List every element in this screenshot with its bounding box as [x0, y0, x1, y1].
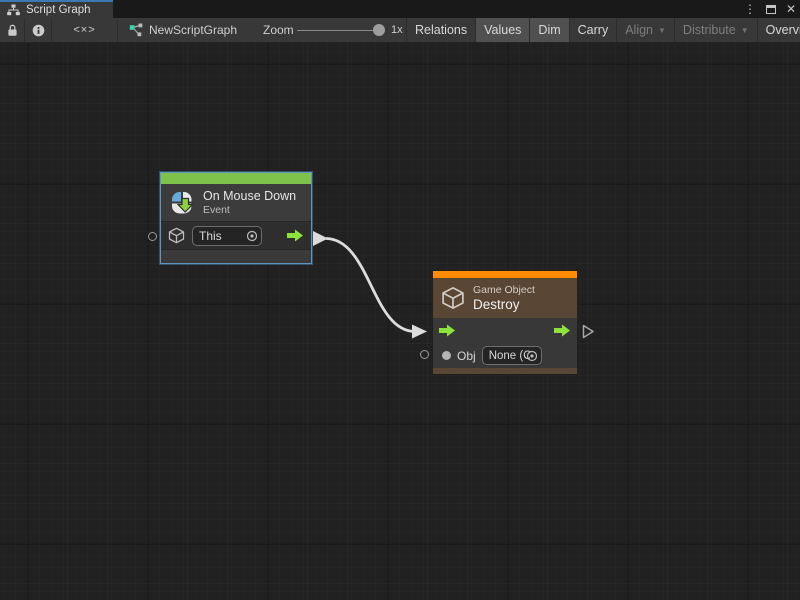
target-row: This — [161, 222, 311, 249]
carry-button[interactable]: Carry — [569, 18, 617, 42]
hierarchy-icon — [7, 4, 20, 16]
overview-button[interactable]: Overview — [757, 18, 800, 42]
node-destroy[interactable]: Game Object Destroy Obj None (O — [432, 270, 578, 375]
distribute-dropdown[interactable]: Distribute ▼ — [674, 18, 757, 42]
node-on-mouse-down[interactable]: On Mouse Down Event This — [160, 172, 312, 264]
zoom-value: 1x — [391, 18, 403, 42]
node-subtitle: Event — [203, 204, 296, 216]
info-button[interactable] — [25, 18, 52, 42]
trigger-output-port[interactable] — [287, 229, 304, 242]
mouse-down-icon — [169, 190, 195, 216]
zoom-slider[interactable] — [297, 18, 385, 42]
object-picker-icon[interactable] — [246, 230, 258, 242]
node-title: On Mouse Down — [203, 189, 296, 203]
menu-kebab-icon[interactable]: ⋮ — [744, 0, 756, 18]
lock-button[interactable] — [0, 18, 25, 42]
chevron-down-icon: ▼ — [658, 26, 666, 35]
node-footer — [433, 368, 577, 374]
node-header[interactable]: On Mouse Down Event — [161, 184, 311, 222]
graph-name-group[interactable]: NewScriptGraph — [129, 18, 237, 42]
relations-button[interactable]: Relations — [406, 18, 475, 42]
tab-script-graph[interactable]: Script Graph — [0, 0, 113, 18]
graph-toolbar: <×> NewScriptGraph Zoom 1x Relations Val… — [0, 18, 800, 43]
node-title: Destroy — [473, 297, 535, 312]
game-object-cube-icon — [168, 227, 185, 244]
obj-row: Obj None (O — [433, 343, 577, 368]
zoom-label: Zoom — [263, 18, 294, 42]
trigger-output-port[interactable] — [554, 324, 571, 337]
node-footer — [161, 249, 311, 263]
node-accent-bar — [161, 173, 311, 184]
edge-layer — [0, 43, 800, 600]
target-input-port[interactable] — [148, 232, 157, 241]
code-icon: <×> — [73, 24, 95, 36]
trigger-row — [433, 318, 577, 343]
node-category: Game Object — [473, 284, 535, 296]
maximize-icon[interactable] — [766, 5, 776, 14]
graph-name-label: NewScriptGraph — [149, 23, 237, 37]
game-object-cube-icon — [441, 286, 465, 310]
lock-icon — [7, 24, 18, 37]
graph-canvas[interactable]: On Mouse Down Event This — [0, 43, 800, 600]
edge-onmousedown-to-destroy[interactable] — [313, 231, 427, 339]
script-graph-asset-icon — [129, 23, 143, 37]
obj-input-port[interactable] — [420, 350, 429, 359]
tab-title: Script Graph — [26, 4, 91, 16]
code-preview-button[interactable]: <×> — [52, 18, 118, 42]
node-header[interactable]: Game Object Destroy — [433, 278, 577, 318]
toolbar-buttons: Relations Values Dim Carry Align ▼ Distr… — [406, 18, 800, 42]
object-picker-icon[interactable] — [526, 350, 538, 362]
trigger-input-port[interactable] — [439, 324, 456, 337]
obj-label: Obj — [457, 349, 476, 363]
align-dropdown[interactable]: Align ▼ — [616, 18, 674, 42]
target-field[interactable]: This — [192, 226, 262, 246]
tab-bar: Script Graph ⋮ ✕ — [0, 0, 800, 18]
dim-button[interactable]: Dim — [529, 18, 568, 42]
zoom-slider-handle[interactable] — [373, 24, 385, 36]
obj-field[interactable]: None (O — [482, 346, 542, 365]
script-graph-window: Script Graph ⋮ ✕ <×> — [0, 0, 800, 600]
exit-flow-arrow-icon[interactable] — [582, 324, 595, 339]
info-icon — [32, 24, 45, 37]
chevron-down-icon: ▼ — [741, 26, 749, 35]
window-controls: ⋮ ✕ — [744, 0, 796, 18]
close-icon[interactable]: ✕ — [786, 0, 796, 18]
values-button[interactable]: Values — [475, 18, 529, 42]
obj-value-port[interactable] — [442, 351, 451, 360]
node-accent-bar — [433, 271, 577, 278]
zoom-slider-track[interactable] — [297, 30, 385, 32]
